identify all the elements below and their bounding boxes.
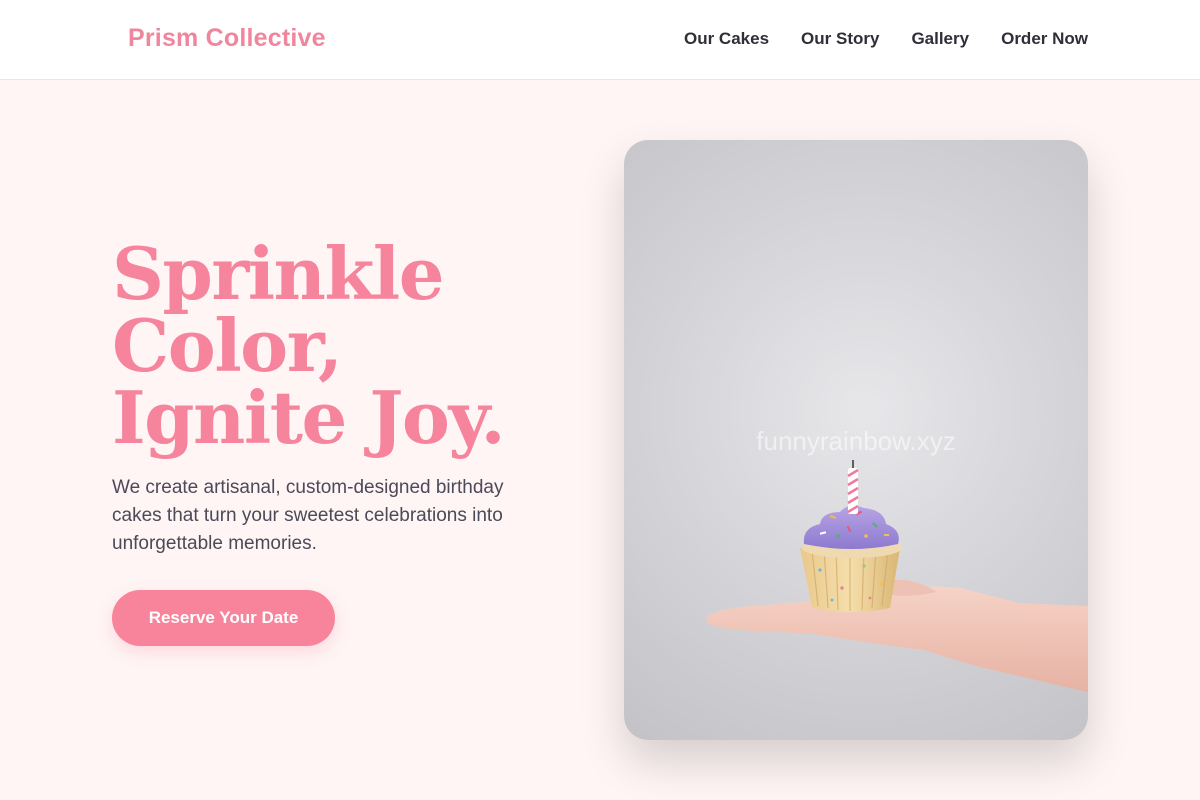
hand-shape — [706, 586, 1088, 692]
nav-item-our-cakes[interactable]: Our Cakes — [684, 29, 769, 49]
hero-title: Sprinkle Color, Ignite Joy. — [112, 238, 582, 454]
hero-title-line-3: Ignite Joy. — [112, 375, 506, 460]
nav-item-order-now[interactable]: Order Now — [1001, 29, 1088, 49]
brand-logo[interactable]: Prism Collective — [128, 24, 326, 53]
hero-description: We create artisanal, custom-designed bir… — [112, 477, 504, 554]
main-nav: Our Cakes Our Story Gallery Order Now — [684, 29, 1088, 49]
hero-title-line-1: Sprinkle — [112, 231, 445, 316]
site-header: Prism Collective Our Cakes Our Story Gal… — [0, 0, 1200, 80]
hero-title-line-2: Color, — [112, 303, 343, 388]
nav-item-our-story[interactable]: Our Story — [801, 29, 879, 49]
photo-watermark: funnyrainbow.xyz — [756, 426, 956, 456]
hero-photo: funnyrainbow.xyz — [624, 140, 1088, 740]
nav-item-gallery[interactable]: Gallery — [911, 29, 969, 49]
reserve-date-button[interactable]: Reserve Your Date — [112, 590, 335, 646]
